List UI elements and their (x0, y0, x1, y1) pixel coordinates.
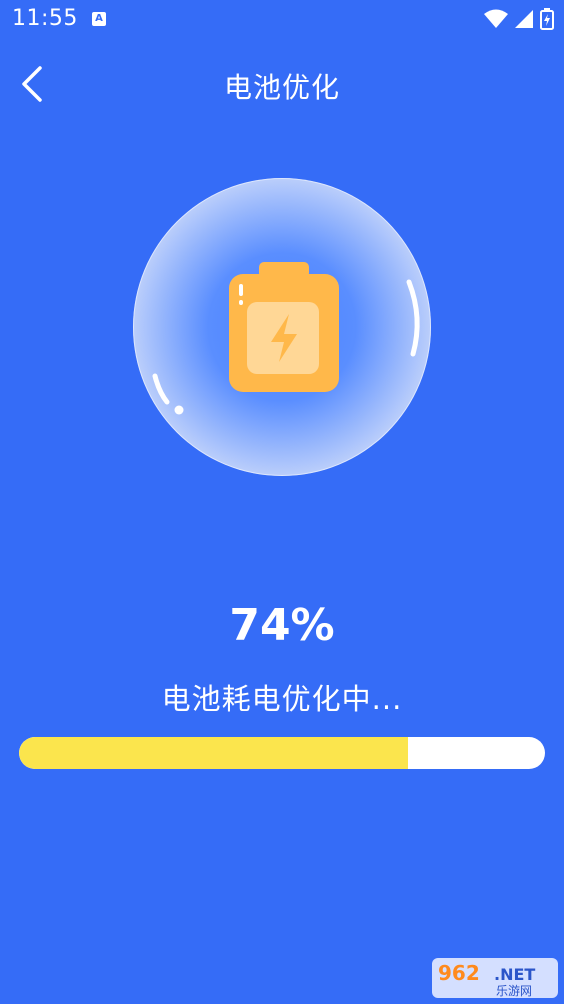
page-title: 电池优化 (223, 71, 340, 104)
optimizing-status: 电池耗电优化中... (161, 682, 403, 716)
progress-bar (19, 737, 545, 769)
wifi-icon (484, 9, 508, 28)
status-icons (484, 8, 554, 30)
progress-fill (19, 737, 409, 769)
battery-icon (229, 262, 339, 392)
keyboard-a-icon: A (92, 12, 106, 26)
header: 电池优化 (0, 52, 564, 116)
battery-status-icon (540, 8, 554, 30)
watermark-logo: 962 .NET 乐游网 (432, 958, 558, 998)
battery-bubble (133, 178, 431, 476)
progress-percent: 74% (229, 600, 335, 651)
watermark-brand: 962 (438, 961, 480, 985)
status-bar: 11:55 A (0, 0, 564, 38)
cell-signal-icon (515, 10, 533, 28)
watermark-tagline: 乐游网 (496, 984, 532, 998)
watermark-suffix: .NET (494, 965, 535, 984)
status-time: 11:55 (12, 6, 78, 31)
